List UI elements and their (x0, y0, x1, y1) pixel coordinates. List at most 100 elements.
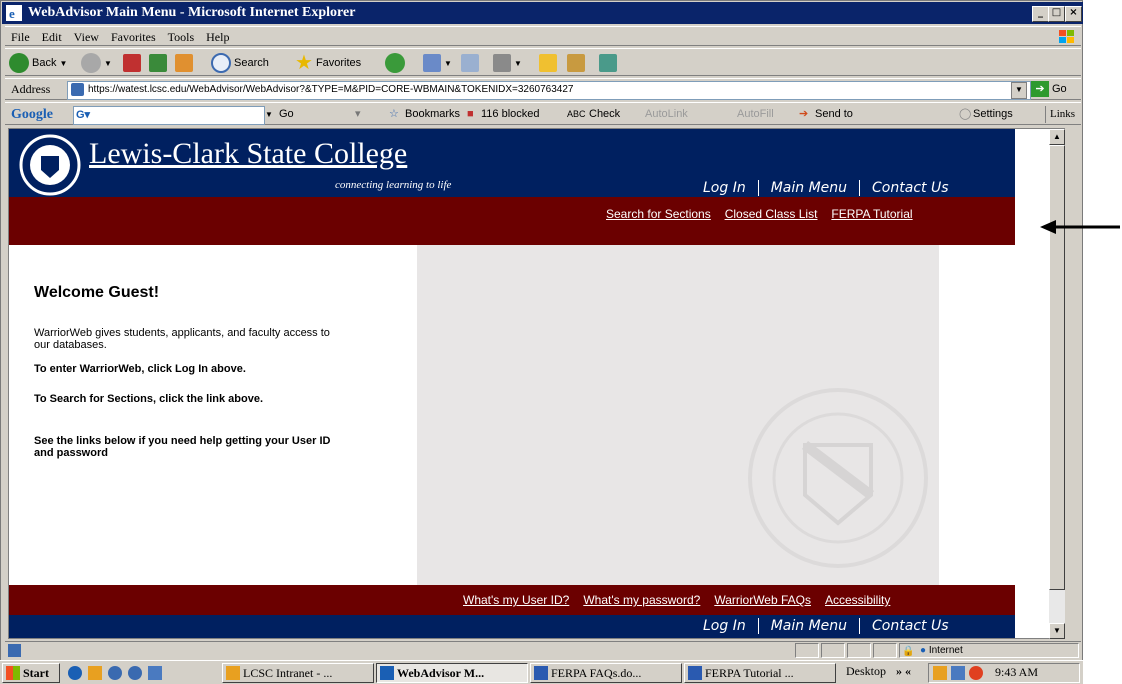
taskbar-item-intranet[interactable]: LCSC Intranet - ... (222, 663, 374, 683)
settings-button[interactable]: Settings (973, 106, 1013, 123)
footer-nav: Log In Main Menu Contact Us (691, 615, 961, 637)
check-button[interactable]: Check (589, 106, 620, 123)
blocked-count[interactable]: 116 blocked (481, 106, 540, 123)
page-icon (71, 83, 84, 96)
footer-contact-link[interactable]: Contact Us (859, 618, 961, 634)
forward-arrow-icon (81, 53, 101, 73)
quicklaunch-desktop-icon[interactable] (148, 666, 162, 680)
header-nav-bar (9, 197, 1015, 245)
go-arrow-icon: ➔ (1031, 81, 1049, 97)
accessibility-link[interactable]: Accessibility (825, 593, 890, 607)
start-button[interactable]: Start (2, 663, 60, 683)
main-menu-link[interactable]: Main Menu (757, 180, 860, 196)
history-button[interactable] (385, 52, 405, 74)
browser-window: e WebAdvisor Main Menu - Microsoft Inter… (0, 0, 1083, 684)
google-options-icon[interactable]: ▾ (355, 106, 361, 123)
tray-app-icon[interactable] (969, 666, 983, 680)
go-button[interactable]: ➔ Go (1031, 81, 1067, 97)
taskbar-item-webadvisor[interactable]: WebAdvisor M... (376, 663, 528, 683)
quicklaunch-ie-icon[interactable] (68, 666, 82, 680)
login-link[interactable]: Log In (691, 180, 758, 196)
edit-button[interactable]: ▼ (493, 52, 522, 74)
links-button[interactable]: Links (1045, 106, 1075, 123)
close-button[interactable]: × (1065, 6, 1082, 22)
bookmarks-button[interactable]: Bookmarks (405, 106, 460, 123)
back-button[interactable]: Back ▼ (9, 52, 67, 74)
search-sections-link[interactable]: Search for Sections (606, 207, 711, 221)
google-logo: Google (11, 107, 53, 122)
menu-view[interactable]: View (74, 30, 99, 44)
autofill-button[interactable]: AutoFill (737, 106, 774, 123)
menu-favorites[interactable]: Favorites (111, 30, 156, 44)
scroll-down-button[interactable]: ▼ (1049, 623, 1065, 639)
menu-tools[interactable]: Tools (168, 30, 195, 44)
quicklaunch-outlook-icon[interactable] (88, 666, 102, 680)
back-arrow-icon (9, 53, 29, 73)
menu-file[interactable]: File (11, 30, 30, 44)
stop-icon (123, 54, 141, 72)
globe-icon: ● (920, 645, 929, 656)
folder-button[interactable] (539, 52, 557, 74)
search-button[interactable]: Search (211, 52, 269, 74)
faqs-link[interactable]: WarriorWeb FAQs (714, 593, 811, 607)
favorites-button[interactable]: ★ Favorites (295, 52, 361, 74)
standard-toolbar: Back ▼ ▼ Search ★ Favorites ▼ ▼ (5, 48, 1081, 76)
stop-button[interactable] (123, 52, 141, 74)
footer-main-menu-link[interactable]: Main Menu (757, 618, 860, 634)
google-search-input[interactable]: G▾ (73, 106, 265, 125)
folder-icon (539, 54, 557, 72)
taskbar-item-ferpa-faqs[interactable]: FERPA FAQs.do... (530, 663, 682, 683)
menu-help[interactable]: Help (206, 30, 229, 44)
tray-network-icon[interactable] (951, 666, 965, 680)
taskbar-item-ferpa-tutorial[interactable]: FERPA Tutorial ... (684, 663, 836, 683)
watermark-seal-icon (748, 388, 928, 568)
mail-button[interactable]: ▼ (423, 52, 452, 74)
clock: 9:43 AM (995, 665, 1039, 679)
scroll-up-button[interactable]: ▲ (1049, 129, 1065, 145)
windows-flag-icon (1059, 30, 1074, 43)
edit-icon (493, 54, 511, 72)
tray-outlook-icon[interactable] (933, 666, 947, 680)
login-instruction: To enter WarriorWeb, click Log In above. (34, 363, 246, 375)
send-to-button[interactable]: Send to (815, 106, 853, 123)
research-button[interactable] (567, 52, 585, 74)
sub-nav: Search for Sections Closed Class List FERP… (592, 207, 913, 221)
maximize-button[interactable]: □ (1048, 6, 1065, 22)
search-icon (211, 53, 231, 73)
ie-taskbar-icon (380, 666, 394, 680)
closed-class-list-link[interactable]: Closed Class List (725, 207, 818, 221)
quicklaunch-app-icon[interactable] (108, 666, 122, 680)
vertical-scrollbar[interactable]: ▲ ▼ (1049, 129, 1065, 639)
google-dropdown[interactable]: ▼ (265, 106, 273, 123)
annotation-arrow (1040, 220, 1120, 234)
refresh-button[interactable] (149, 52, 167, 74)
header-nav: Log In Main Menu Contact Us (691, 177, 961, 199)
address-dropdown[interactable]: ▼ (1011, 82, 1027, 99)
print-button[interactable] (461, 52, 479, 74)
toolbar-expand-icon[interactable]: » « (896, 664, 911, 679)
scroll-thumb[interactable] (1049, 145, 1065, 590)
footer-login-link[interactable]: Log In (691, 618, 758, 634)
contact-us-link[interactable]: Contact Us (859, 180, 961, 196)
ferpa-tutorial-link[interactable]: FERPA Tutorial (831, 207, 912, 221)
system-tray: 9:43 AM (928, 663, 1080, 683)
address-bar: Address https://watest.lcsc.edu/WebAdvis… (5, 78, 1081, 100)
google-go-button[interactable]: Go (279, 106, 294, 123)
refresh-icon (149, 54, 167, 72)
desktop-toolbar[interactable]: Desktop (846, 664, 886, 679)
college-name[interactable]: Lewis-Clark State College (89, 137, 407, 171)
address-input[interactable]: https://watest.lcsc.edu/WebAdvisor/WebAd… (67, 81, 1031, 100)
forward-button[interactable]: ▼ (81, 52, 112, 74)
autolink-button[interactable]: AutoLink (645, 106, 688, 123)
quicklaunch-info-icon[interactable] (128, 666, 142, 680)
print-icon (461, 54, 479, 72)
minimize-button[interactable]: _ (1032, 6, 1049, 22)
menu-edit[interactable]: Edit (42, 30, 62, 44)
password-help-link[interactable]: What's my password? (583, 593, 700, 607)
home-button[interactable] (175, 52, 193, 74)
ie-icon: e (6, 5, 22, 21)
security-zone: 🔒 ● Internet (899, 643, 1079, 658)
window-title: WebAdvisor Main Menu - Microsoft Interne… (28, 5, 356, 20)
messenger-button[interactable] (599, 52, 617, 74)
user-id-help-link[interactable]: What's my User ID? (463, 593, 569, 607)
